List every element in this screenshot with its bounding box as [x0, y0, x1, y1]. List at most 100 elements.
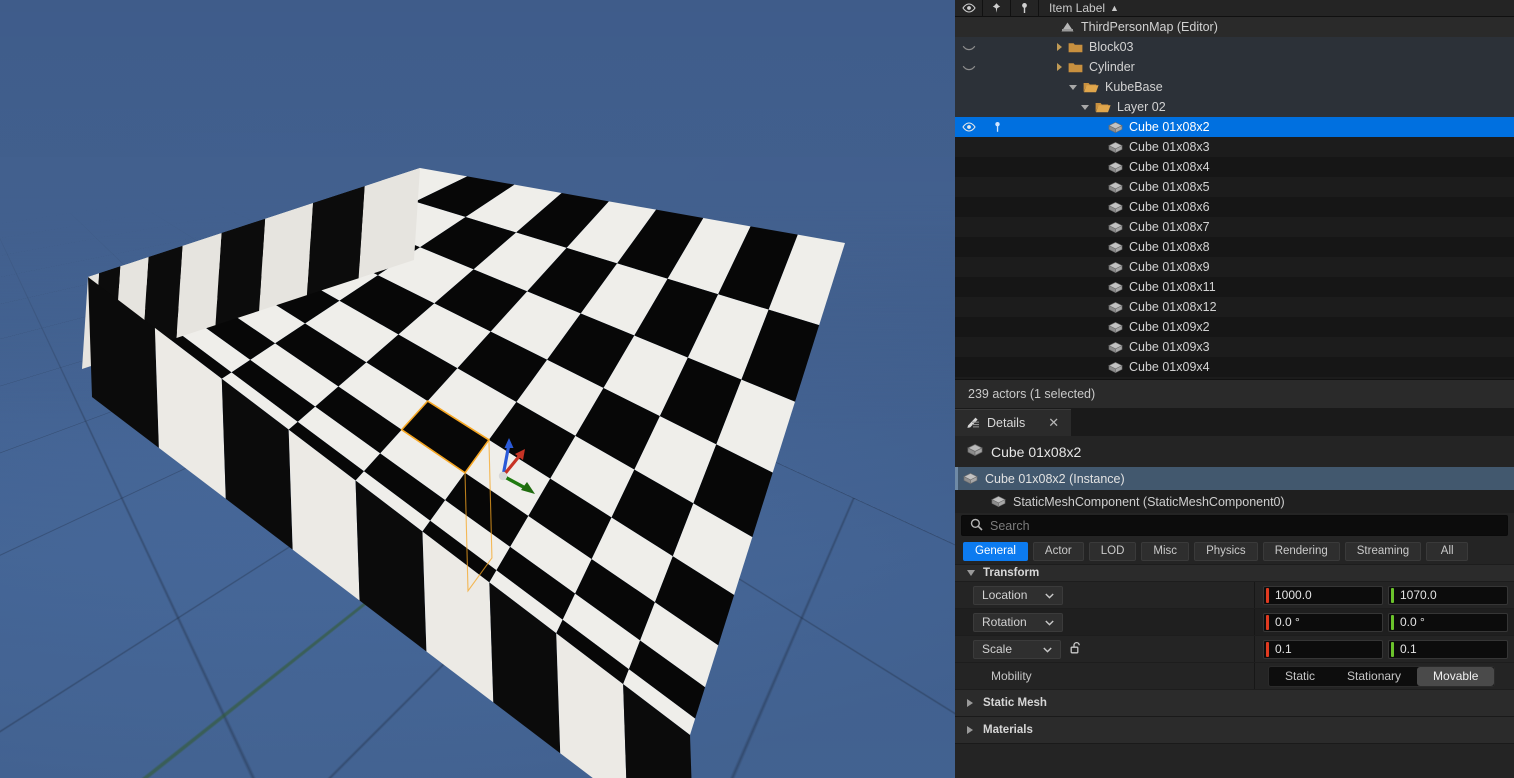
mobility-button-group[interactable]: Static Stationary Movable	[1268, 665, 1496, 687]
checkerboard-slab[interactable]	[0, 0, 955, 778]
outliner-row[interactable]: Cube 01x08x8	[955, 237, 1514, 257]
search-input[interactable]: Search	[961, 515, 1508, 536]
scale-mode-dropdown[interactable]: Scale	[973, 639, 1061, 659]
slab-side-tile	[259, 203, 313, 311]
filter-tab-general[interactable]: General	[963, 541, 1028, 561]
location-y-input[interactable]: 1070.0	[1388, 585, 1508, 605]
outliner-row-content: Cube 01x08x3	[1039, 140, 1210, 154]
outliner-column-header[interactable]: Item Label ▲	[1039, 1, 1119, 15]
tab-details[interactable]: Details ✕	[955, 409, 1072, 436]
outliner-row-content: Cube 01x09x2	[1039, 320, 1210, 334]
static-mesh-icon	[1108, 141, 1123, 153]
filter-tab-lod[interactable]: LOD	[1088, 541, 1137, 561]
outliner-row[interactable]: KubeBase	[955, 77, 1514, 97]
pin-icon[interactable]	[983, 0, 1011, 17]
axis-y-indicator	[1391, 641, 1394, 657]
mobility-label-cell: Mobility	[955, 663, 1255, 689]
chevron-right-icon[interactable]	[1057, 63, 1062, 71]
row-visibility-toggle[interactable]	[955, 122, 983, 132]
chevron-down-icon	[1043, 642, 1052, 656]
eye-icon[interactable]	[955, 0, 983, 17]
outliner-row-label: Cube 01x08x2	[1129, 120, 1210, 134]
component-tree[interactable]: Cube 01x08x2 (Instance) StaticMeshCompon…	[955, 467, 1514, 513]
chevron-down-icon[interactable]	[1069, 84, 1077, 90]
component-row-selected[interactable]: Cube 01x08x2 (Instance)	[955, 467, 1514, 490]
rotation-x-input[interactable]: 0.0 °	[1263, 612, 1383, 632]
outliner-row-label: KubeBase	[1105, 80, 1163, 94]
chevron-right-icon[interactable]	[1057, 43, 1062, 51]
static-mesh-icon	[1108, 321, 1123, 333]
outliner-row[interactable]: Cube 01x08x4	[955, 157, 1514, 177]
filter-tab-actor[interactable]: Actor	[1032, 541, 1084, 561]
mobility-label: Mobility	[991, 669, 1032, 683]
outliner-row[interactable]: Cube 01x09x4	[955, 357, 1514, 377]
outliner-row[interactable]: Cube 01x08x12	[955, 297, 1514, 317]
outliner-row[interactable]: Cube 01x08x9	[955, 257, 1514, 277]
row-pin-toggle[interactable]	[983, 121, 1011, 133]
close-icon[interactable]: ✕	[1048, 415, 1059, 431]
filter-tab-streaming[interactable]: Streaming	[1344, 541, 1422, 561]
details-filter-tabs[interactable]: General Actor LOD Misc Physics Rendering Strea…	[955, 538, 1514, 564]
outliner-status-bar: 239 actors (1 selected)	[955, 379, 1514, 408]
static-mesh-icon	[1108, 221, 1123, 234]
world-outliner: Item Label ▲ ThirdPersonMap (Editor) Blo…	[955, 0, 1514, 408]
mobility-stationary-button[interactable]: Stationary	[1331, 667, 1417, 686]
outliner-tree[interactable]: ThirdPersonMap (Editor) Block03 Cylinder…	[955, 17, 1514, 379]
outliner-row-label: Cube 01x08x5	[1129, 180, 1210, 194]
details-actor-title: Cube 01x08x2	[955, 436, 1514, 467]
static-mesh-icon	[1108, 301, 1123, 313]
unlocked-padlock-icon[interactable]	[1070, 641, 1083, 658]
outliner-row[interactable]: Layer 02	[955, 97, 1514, 117]
outliner-row[interactable]: Cube 01x09x3	[955, 337, 1514, 357]
outliner-row[interactable]: Cube 01x09x2	[955, 317, 1514, 337]
location-x-input[interactable]: 1000.0	[1263, 585, 1383, 605]
filter-tab-physics[interactable]: Physics	[1194, 541, 1258, 561]
outliner-row-label: Cube 01x08x8	[1129, 240, 1210, 254]
location-mode-dropdown[interactable]: Location	[973, 585, 1064, 605]
outliner-row[interactable]: Cube 01x08x6	[955, 197, 1514, 217]
eye-hidden-icon	[962, 65, 976, 71]
pin-alt-icon[interactable]	[1011, 0, 1039, 17]
folder-open-icon	[1083, 83, 1099, 93]
outliner-row[interactable]: ThirdPersonMap (Editor)	[955, 17, 1514, 37]
outliner-row[interactable]: Cube 01x08x5	[955, 177, 1514, 197]
outliner-row-content: Cube 01x09x4	[1039, 360, 1210, 374]
outliner-row-label: Layer 02	[1117, 100, 1166, 114]
level-viewport[interactable]	[0, 0, 955, 778]
mobility-static-button[interactable]: Static	[1269, 667, 1331, 686]
scale-label: Scale	[982, 642, 1013, 656]
rotation-y-input[interactable]: 0.0 °	[1388, 612, 1508, 632]
transform-rows: Location 1000.0 1070.0 Rotation 0.0 ° 0.…	[955, 582, 1514, 663]
outliner-row[interactable]: Cube 01x08x7	[955, 217, 1514, 237]
folder-open-icon	[1083, 81, 1099, 93]
outliner-row-content: Cube 01x08x2	[1039, 120, 1210, 134]
filter-tab-all[interactable]: All	[1426, 541, 1469, 561]
static-mesh-icon	[991, 496, 1006, 508]
actor-count-label: 239 actors (1 selected)	[968, 387, 1096, 401]
outliner-row[interactable]: Cube 01x08x3	[955, 137, 1514, 157]
static-mesh-icon	[1108, 261, 1123, 273]
section-static-mesh[interactable]: Static Mesh	[955, 690, 1514, 717]
static-mesh-icon	[963, 472, 978, 485]
outliner-row[interactable]: Cube 01x08x11	[955, 277, 1514, 297]
row-visibility-toggle[interactable]	[955, 62, 983, 72]
static-mesh-icon	[1108, 281, 1123, 293]
outliner-row[interactable]: Cylinder	[955, 57, 1514, 77]
row-visibility-toggle[interactable]	[955, 42, 983, 52]
static-mesh-icon	[991, 495, 1006, 508]
mobility-movable-button[interactable]: Movable	[1417, 666, 1495, 686]
component-row[interactable]: StaticMeshComponent (StaticMeshComponent…	[955, 490, 1514, 513]
static-mesh-icon	[1108, 201, 1123, 214]
filter-tab-misc[interactable]: Misc	[1141, 541, 1190, 561]
transform-section-header[interactable]: Transform	[955, 564, 1514, 582]
chevron-down-icon[interactable]	[1081, 104, 1089, 110]
outliner-row-content: Cube 01x08x11	[1039, 280, 1216, 294]
filter-tab-rendering[interactable]: Rendering	[1262, 541, 1340, 561]
rotation-mode-dropdown[interactable]: Rotation	[973, 612, 1063, 632]
section-materials[interactable]: Materials	[955, 717, 1514, 744]
outliner-row-label: Cube 01x08x3	[1129, 140, 1210, 154]
scale-x-input[interactable]: 0.1	[1263, 639, 1383, 659]
outliner-row-selected[interactable]: Cube 01x08x2	[955, 117, 1514, 137]
scale-y-input[interactable]: 0.1	[1388, 639, 1508, 659]
outliner-row[interactable]: Block03	[955, 37, 1514, 57]
